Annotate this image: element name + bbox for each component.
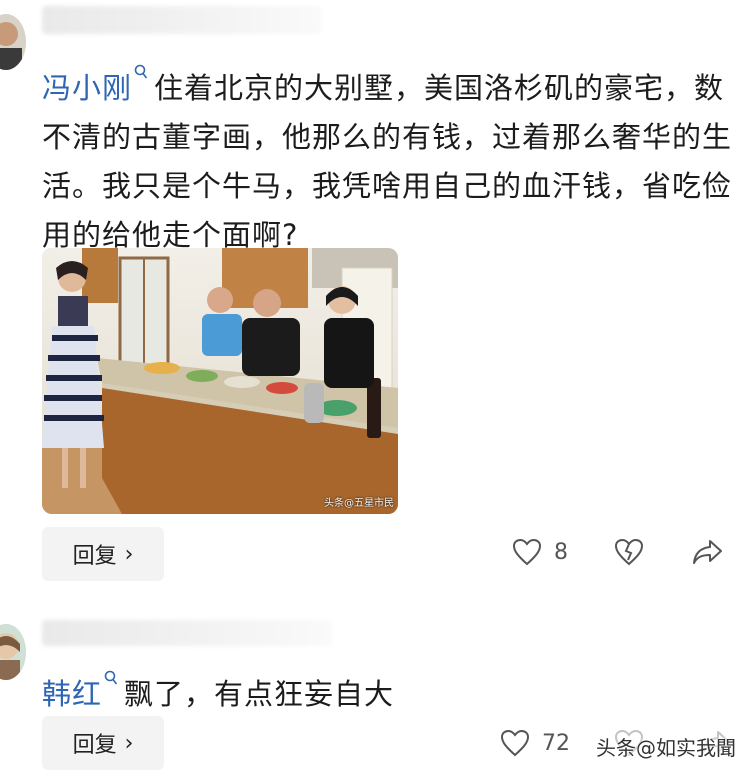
like-button[interactable]: 72 bbox=[500, 729, 570, 757]
username-blurred bbox=[42, 620, 332, 646]
search-badge-icon bbox=[134, 52, 148, 101]
user-avatar[interactable] bbox=[0, 624, 26, 680]
username-blurred bbox=[42, 6, 322, 34]
comment-body: 冯小刚 住着北京的大别墅，美国洛杉矶的豪宅，数不清的古董字画，他那么的有钱，过着… bbox=[42, 52, 732, 260]
reply-button[interactable]: 回复 › bbox=[42, 716, 164, 770]
search-badge-icon bbox=[104, 658, 118, 707]
comment-body: 韩红 飘了，有点狂妄自大 bbox=[42, 658, 732, 719]
share-arrow-icon bbox=[692, 538, 724, 566]
heart-outline-icon bbox=[512, 538, 542, 566]
like-button[interactable]: 8 bbox=[512, 538, 568, 566]
watermark: 头条@如实我聞 bbox=[596, 736, 736, 760]
comment-text: 飘了，有点狂妄自大 bbox=[124, 677, 395, 711]
share-button[interactable] bbox=[692, 538, 724, 566]
like-count: 8 bbox=[554, 539, 568, 565]
user-avatar[interactable] bbox=[0, 14, 26, 70]
reply-button[interactable]: 回复 › bbox=[42, 527, 164, 581]
broken-heart-icon bbox=[614, 538, 644, 566]
photo-caption: 头条@五星市民 bbox=[324, 498, 394, 509]
like-count: 72 bbox=[542, 730, 570, 756]
comment-author[interactable]: 冯小刚 bbox=[42, 71, 132, 105]
reply-label: 回复 bbox=[72, 733, 117, 758]
comment-author[interactable]: 韩红 bbox=[42, 677, 102, 711]
heart-outline-icon bbox=[500, 729, 530, 757]
chevron-right-icon: › bbox=[124, 541, 134, 567]
comment-photo[interactable]: 头条@五星市民 bbox=[42, 248, 398, 514]
reply-label: 回复 bbox=[72, 544, 117, 569]
dislike-button[interactable] bbox=[614, 538, 644, 566]
chevron-right-icon: › bbox=[124, 730, 134, 756]
